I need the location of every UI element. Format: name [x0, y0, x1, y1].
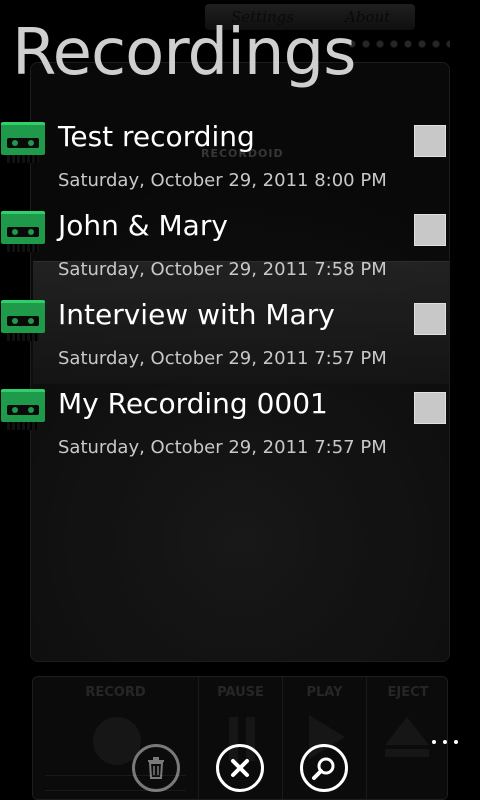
cassette-icon — [1, 389, 45, 433]
recording-date: Saturday, October 29, 2011 7:57 PM — [58, 437, 387, 458]
recording-date: Saturday, October 29, 2011 7:57 PM — [58, 348, 387, 369]
close-icon — [231, 759, 249, 777]
trash-icon — [148, 757, 164, 779]
select-checkbox[interactable] — [414, 214, 446, 246]
recording-date: Saturday, October 29, 2011 8:00 PM — [58, 170, 387, 191]
pause-label: PAUSE — [217, 685, 264, 700]
recording-title: Test recording — [58, 120, 255, 153]
cassette-icon — [1, 122, 45, 166]
select-checkbox[interactable] — [414, 125, 446, 157]
recording-title: My Recording 0001 — [58, 387, 328, 420]
cassette-icon — [1, 211, 45, 255]
select-checkbox[interactable] — [414, 392, 446, 424]
search-button[interactable] — [300, 744, 348, 792]
recordings-list: Test recording Saturday, October 29, 201… — [0, 112, 480, 468]
list-item[interactable]: Test recording Saturday, October 29, 201… — [0, 112, 480, 201]
delete-button[interactable] — [132, 744, 180, 792]
play-label: PLAY — [306, 685, 343, 700]
cassette-icon — [1, 300, 45, 344]
record-label: RECORD — [85, 685, 146, 700]
recording-title: Interview with Mary — [58, 298, 335, 331]
search-icon — [312, 757, 335, 780]
page-title: Recordings — [12, 16, 356, 90]
eject-label: EJECT — [387, 685, 429, 700]
ellipsis-icon — [432, 740, 436, 744]
list-item[interactable]: Interview with Mary Saturday, October 29… — [0, 290, 480, 379]
list-item[interactable]: My Recording 0001 Saturday, October 29, … — [0, 379, 480, 468]
more-button[interactable] — [428, 730, 462, 760]
background-speaker-dots — [345, 38, 450, 50]
list-item[interactable]: John & Mary Saturday, October 29, 2011 7… — [0, 201, 480, 290]
recording-title: John & Mary — [58, 209, 228, 242]
recording-date: Saturday, October 29, 2011 7:58 PM — [58, 259, 387, 280]
application-bar — [0, 730, 480, 800]
select-checkbox[interactable] — [414, 303, 446, 335]
cancel-button[interactable] — [216, 744, 264, 792]
